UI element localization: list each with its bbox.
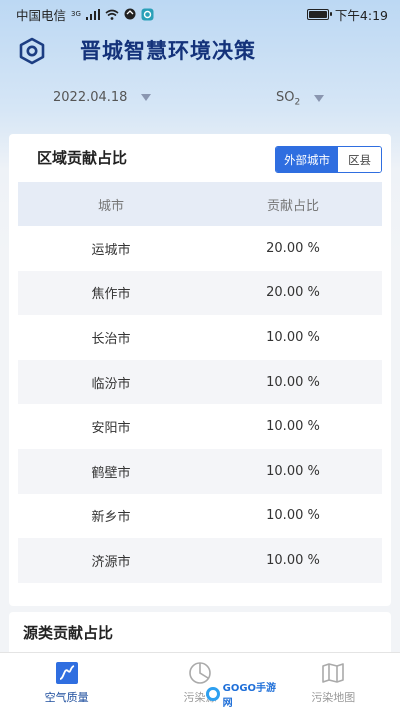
bottom-nav: 空气质量 污染源 污染地图 <box>0 652 400 713</box>
share-cell: 10.00 % <box>266 419 320 435</box>
city-cell: 鹤壁市 <box>91 465 131 481</box>
region-contribution-card: 区域贡献占比 外部城市 区县 城市 贡献占比 运城市 20.00 % 焦作市 2… <box>9 134 391 606</box>
data-icon <box>124 8 136 20</box>
tab-external-cities[interactable]: 外部城市 <box>276 147 339 172</box>
status-left: 中国电信 3G <box>16 5 154 24</box>
dropdown-arrow-icon <box>141 94 152 101</box>
watermark-logo-icon <box>206 687 220 701</box>
table-row: 长治市 10.00 % <box>18 315 382 360</box>
city-cell: 长治市 <box>91 331 131 347</box>
share-cell: 10.00 % <box>266 329 320 345</box>
table-row: 焦作市 20.00 % <box>18 270 382 316</box>
filter-bar: 2022.04.18 SO2 <box>0 86 400 112</box>
carrier-name: 中国电信 <box>16 7 67 23</box>
table-row: 鹤壁市 10.00 % <box>18 448 382 494</box>
share-cell: 10.00 % <box>266 374 320 390</box>
site-watermark: GOGO手游网 <box>206 679 284 709</box>
table-row: 临汾市 10.00 % <box>18 359 382 405</box>
city-cell: 济源市 <box>91 554 131 570</box>
city-cell: 焦作市 <box>91 287 131 303</box>
table-row: 运城市 20.00 % <box>18 226 382 271</box>
app-title: 晋城智慧环境决策 <box>80 39 256 63</box>
date-value: 2022.04.18 <box>53 90 128 105</box>
share-cell: 10.00 % <box>266 463 320 479</box>
app-header: 晋城智慧环境决策 <box>0 30 400 72</box>
signal-icon <box>85 8 100 20</box>
share-cell: 20.00 % <box>266 285 320 301</box>
wifi-icon <box>105 9 119 20</box>
share-cell: 20.00 % <box>266 240 320 256</box>
column-header-share: 贡献占比 <box>266 198 319 214</box>
nav-air-quality[interactable]: 空气质量 <box>0 653 133 713</box>
city-cell: 运城市 <box>91 242 131 258</box>
app-notification-icon <box>141 8 154 20</box>
date-selector[interactable]: 2022.04.18 <box>53 90 152 105</box>
scope-toggle: 外部城市 区县 <box>275 146 382 173</box>
status-bar: 中国电信 3G 下午4:19 <box>0 0 400 28</box>
column-header-city: 城市 <box>97 198 124 214</box>
dropdown-arrow-icon <box>314 95 325 103</box>
card-title: 区域贡献占比 <box>37 149 128 167</box>
hexagon-settings-icon[interactable] <box>18 37 46 65</box>
watermark-text: GOGO手游网 <box>221 679 284 709</box>
pollutant-selector[interactable]: SO2 <box>276 90 325 108</box>
table-row: 济源市 10.00 % <box>18 538 382 583</box>
contribution-table: 城市 贡献占比 运城市 20.00 % 焦作市 20.00 % 长治市 10.0… <box>18 182 382 583</box>
tab-districts[interactable]: 区县 <box>338 147 381 172</box>
pollutant-value: SO2 <box>276 90 301 108</box>
line-chart-icon <box>55 662 78 684</box>
city-cell: 临汾市 <box>91 376 131 392</box>
network-badge: 3G <box>71 10 81 18</box>
clock: 下午4:19 <box>334 7 388 23</box>
table-row: 新乡市 10.00 % <box>18 494 382 539</box>
city-cell: 新乡市 <box>91 510 131 526</box>
table-header: 城市 贡献占比 <box>18 182 382 226</box>
battery-icon <box>306 8 332 20</box>
nav-label: 空气质量 <box>44 691 89 704</box>
share-cell: 10.00 % <box>266 508 320 524</box>
map-icon <box>322 663 345 683</box>
city-cell: 安阳市 <box>91 421 131 437</box>
status-right: 下午4:19 <box>306 5 388 24</box>
table-row: 安阳市 10.00 % <box>18 404 382 449</box>
nav-label: 污染地图 <box>311 691 356 704</box>
pie-chart-icon <box>189 662 211 684</box>
share-cell: 10.00 % <box>266 552 320 568</box>
nav-pollution-map[interactable]: 污染地图 <box>267 653 400 713</box>
card-title: 源类贡献占比 <box>23 624 114 642</box>
